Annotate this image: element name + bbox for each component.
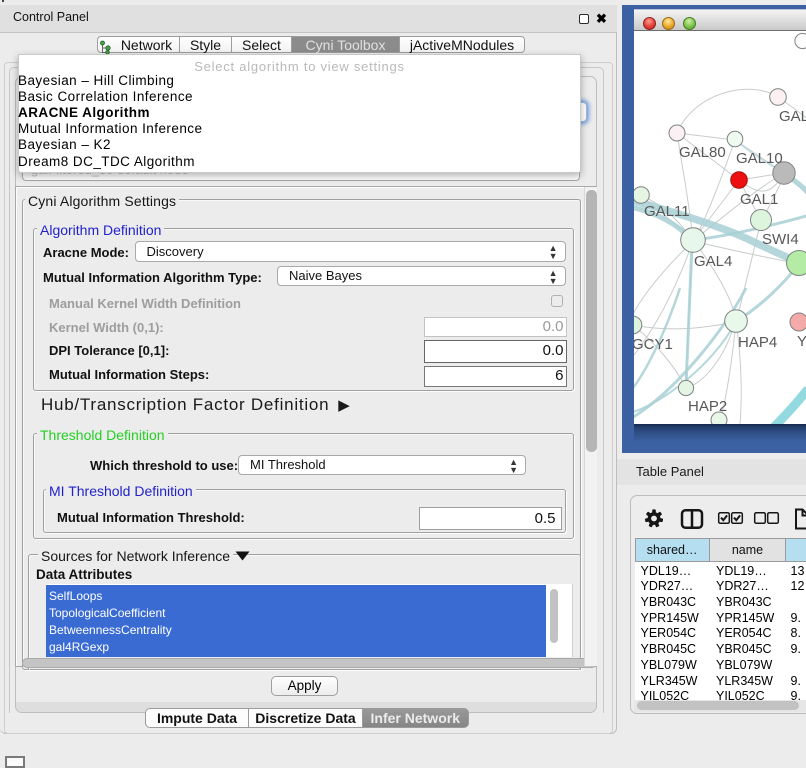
svg-text:HAP4: HAP4 xyxy=(738,334,777,351)
svg-text:GAL: GAL xyxy=(779,108,806,125)
svg-text:Y: Y xyxy=(797,333,806,350)
svg-text:GAL4: GAL4 xyxy=(694,253,732,270)
svg-text:GCY1: GCY1 xyxy=(634,336,673,353)
svg-text:GAL80: GAL80 xyxy=(679,144,726,161)
svg-text:GAL11: GAL11 xyxy=(644,203,690,220)
svg-text:SWI4: SWI4 xyxy=(762,231,799,248)
svg-text:GAL1: GAL1 xyxy=(740,191,778,208)
svg-text:GAL10: GAL10 xyxy=(736,150,783,167)
svg-text:HAP2: HAP2 xyxy=(688,398,727,415)
